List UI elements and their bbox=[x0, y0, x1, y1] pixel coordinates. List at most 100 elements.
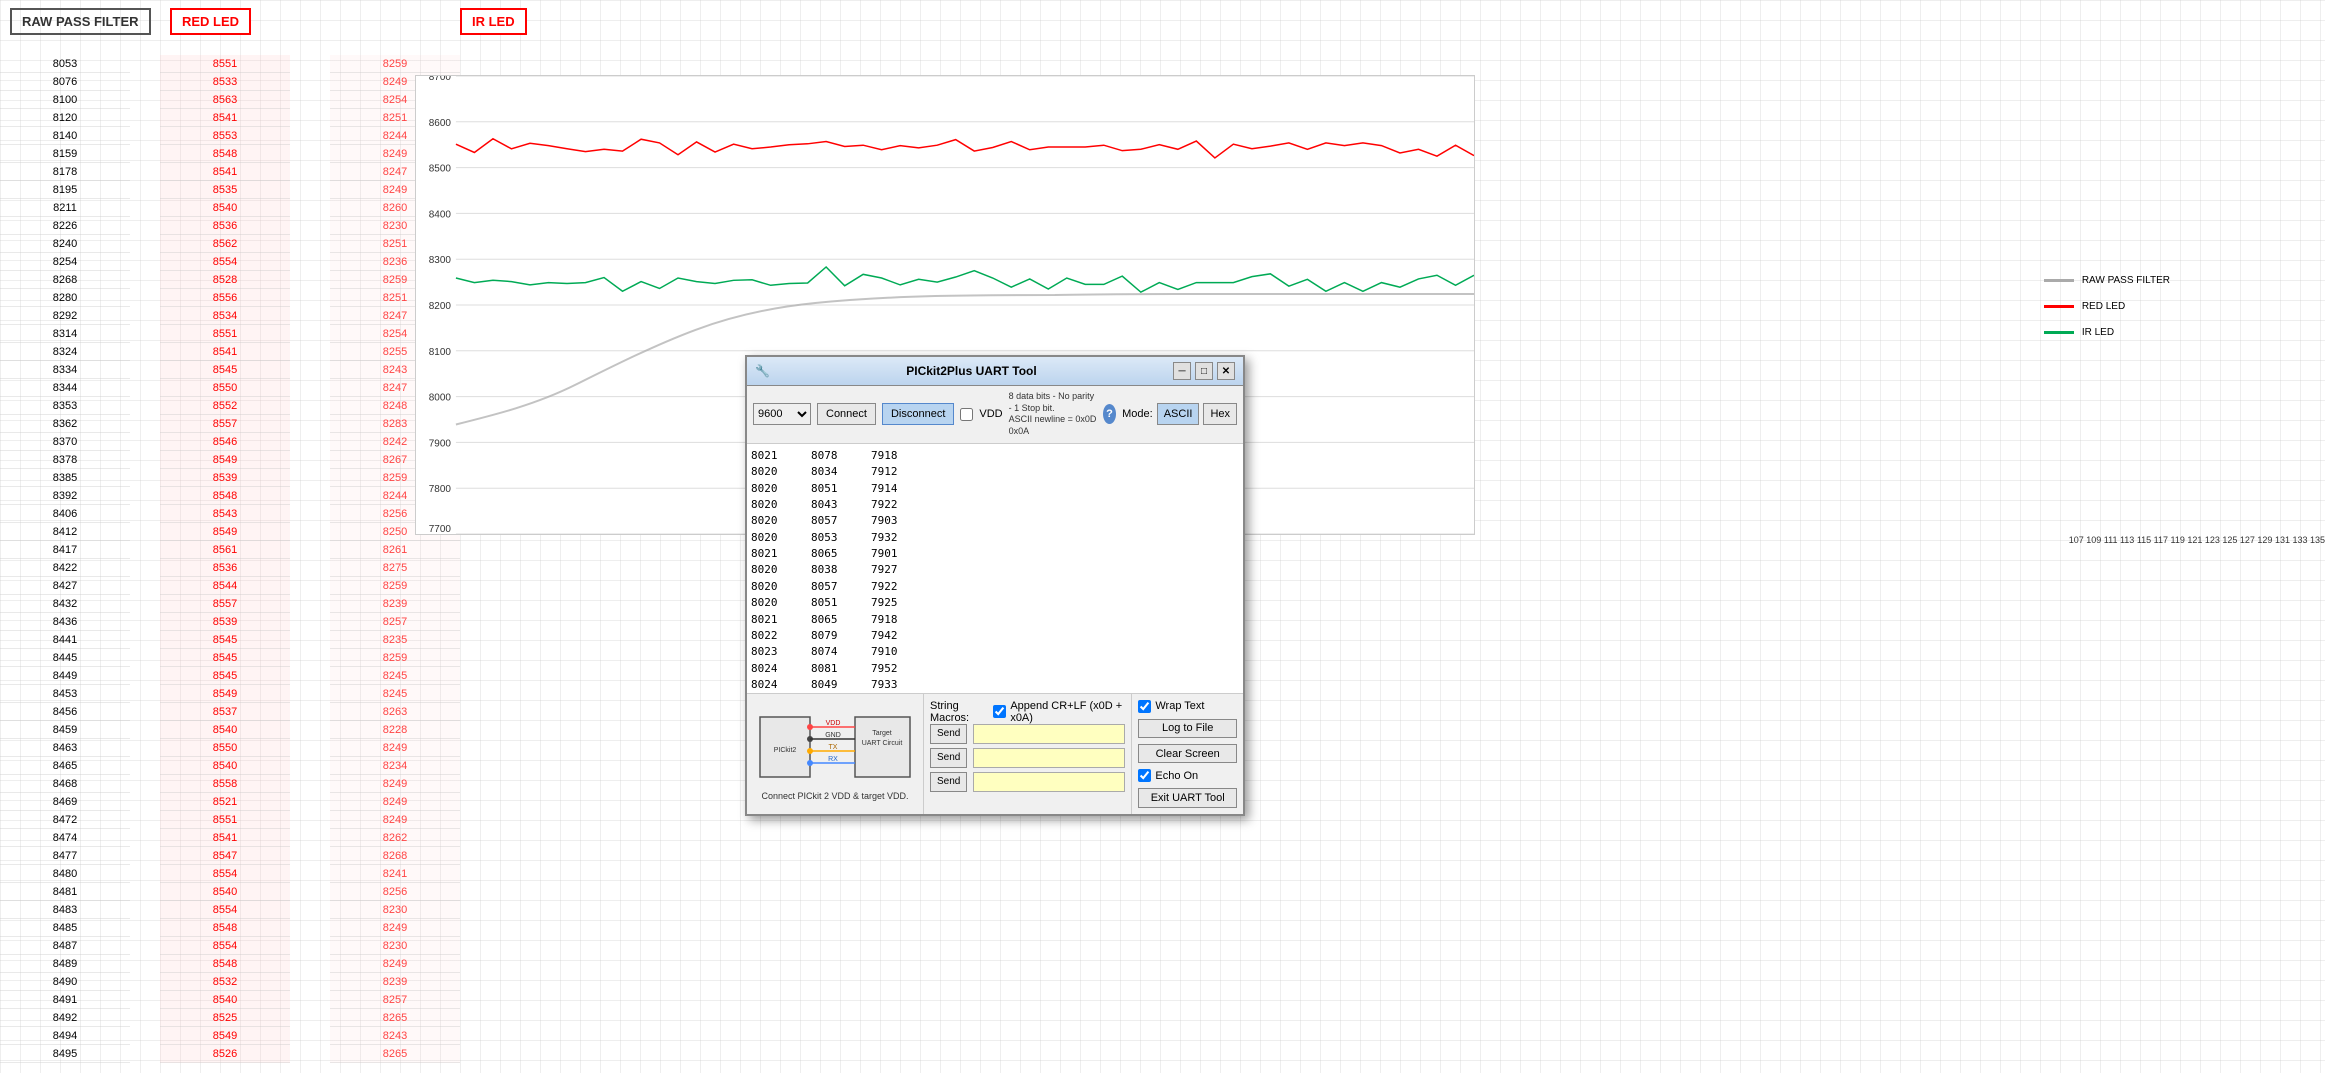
red-cell: 8534 bbox=[160, 307, 290, 325]
clear-screen-button[interactable]: Clear Screen bbox=[1138, 744, 1237, 763]
ir-cell: 8239 bbox=[330, 595, 460, 613]
circuit-diagram: PICkit2 Target UART Circuit VDD GND TX bbox=[747, 694, 924, 814]
uart-data-row: 802080517925 bbox=[751, 595, 1239, 610]
append-crlf-label: Append CR+LF (x0D + x0A) bbox=[1010, 700, 1125, 724]
svg-text:7800: 7800 bbox=[429, 484, 452, 495]
raw-cell: 8492 bbox=[0, 1009, 130, 1027]
raw-cell: 8392 bbox=[0, 487, 130, 505]
raw-cell: 8353 bbox=[0, 397, 130, 415]
raw-cell: 8226 bbox=[0, 217, 130, 235]
svg-text:RX: RX bbox=[828, 756, 838, 763]
uart-data-row: 802080577903 bbox=[751, 513, 1239, 528]
red-cell: 8558 bbox=[160, 775, 290, 793]
red-cell: 8521 bbox=[160, 793, 290, 811]
log-to-file-button[interactable]: Log to File bbox=[1138, 719, 1237, 738]
uart-data-row: 802480817952 bbox=[751, 661, 1239, 676]
ir-cell: 8249 bbox=[330, 739, 460, 757]
hex-mode-button[interactable]: Hex bbox=[1203, 403, 1237, 425]
ascii-mode-button[interactable]: ASCII bbox=[1157, 403, 1200, 425]
uart-data-row: 802080387927 bbox=[751, 562, 1239, 577]
svg-text:PICkit2: PICkit2 bbox=[774, 747, 797, 754]
ir-cell: 8241 bbox=[330, 865, 460, 883]
macro-input-3[interactable] bbox=[973, 772, 1125, 792]
red-cell: 8548 bbox=[160, 955, 290, 973]
raw-cell: 8490 bbox=[0, 973, 130, 991]
raw-cell: 8406 bbox=[0, 505, 130, 523]
raw-cell: 8378 bbox=[0, 451, 130, 469]
raw-cell: 8427 bbox=[0, 577, 130, 595]
svg-text:8400: 8400 bbox=[429, 209, 452, 220]
ir-cell: 8228 bbox=[330, 721, 460, 739]
red-cell: 8562 bbox=[160, 235, 290, 253]
uart-info-text: 8 data bits - No parity - 1 Stop bit.ASC… bbox=[1009, 391, 1097, 438]
raw-cell: 8076 bbox=[0, 73, 130, 91]
macro-input-2[interactable] bbox=[973, 748, 1125, 768]
raw-cell: 8453 bbox=[0, 685, 130, 703]
ir-cell: 8243 bbox=[330, 1027, 460, 1045]
uart-title: PICkit2Plus UART Tool bbox=[906, 364, 1036, 378]
help-button[interactable]: ? bbox=[1103, 404, 1116, 424]
wrap-text-checkbox[interactable] bbox=[1138, 700, 1151, 713]
append-crlf-checkbox[interactable] bbox=[993, 705, 1006, 718]
uart-right-panel: Wrap Text Log to File Clear Screen Echo … bbox=[1131, 694, 1243, 814]
macro-input-1[interactable] bbox=[973, 724, 1125, 744]
svg-text:Target: Target bbox=[872, 730, 892, 737]
close-button[interactable]: ✕ bbox=[1217, 362, 1235, 380]
red-cell: 8548 bbox=[160, 487, 290, 505]
send-button-1[interactable]: Send bbox=[930, 724, 967, 744]
ir-cell: 8249 bbox=[330, 955, 460, 973]
raw-cell: 8487 bbox=[0, 937, 130, 955]
uart-data-row: 802080577922 bbox=[751, 579, 1239, 594]
red-cell: 8541 bbox=[160, 109, 290, 127]
uart-dialog: 🔧 PICkit2Plus UART Tool ─ □ ✕ 9600 19200… bbox=[745, 355, 1245, 816]
uart-toolbar: 9600 19200 38400 57600 115200 Connect Di… bbox=[747, 386, 1243, 444]
legend-raw-label: RAW PASS FILTER bbox=[2082, 275, 2170, 286]
ir-cell: 8230 bbox=[330, 901, 460, 919]
red-cell: 8539 bbox=[160, 613, 290, 631]
echo-on-option: Echo On bbox=[1138, 769, 1237, 782]
raw-cell: 8477 bbox=[0, 847, 130, 865]
ir-cell: 8249 bbox=[330, 811, 460, 829]
raw-cell: 8120 bbox=[0, 109, 130, 127]
svg-text:TX: TX bbox=[829, 744, 838, 751]
minimize-button[interactable]: ─ bbox=[1173, 362, 1191, 380]
ir-cell: 8261 bbox=[330, 541, 460, 559]
uart-data-area[interactable]: 8021807879188020803479128020805179148020… bbox=[747, 444, 1243, 694]
legend-raw-line bbox=[2044, 279, 2074, 282]
vdd-checkbox[interactable] bbox=[960, 408, 973, 421]
red-cell: 8540 bbox=[160, 199, 290, 217]
red-cell: 8554 bbox=[160, 253, 290, 271]
raw-cell: 8468 bbox=[0, 775, 130, 793]
red-cell: 8541 bbox=[160, 163, 290, 181]
red-cell: 8541 bbox=[160, 343, 290, 361]
echo-on-checkbox[interactable] bbox=[1138, 769, 1151, 782]
disconnect-button[interactable]: Disconnect bbox=[882, 403, 954, 425]
uart-macros: String Macros: Append CR+LF (x0D + x0A) … bbox=[924, 694, 1131, 814]
baud-rate-select[interactable]: 9600 19200 38400 57600 115200 bbox=[753, 403, 811, 425]
uart-data-row: 802180787918 bbox=[751, 448, 1239, 463]
red-cell: 8549 bbox=[160, 451, 290, 469]
red-led-label: RED LED bbox=[170, 8, 251, 35]
raw-cell: 8280 bbox=[0, 289, 130, 307]
uart-data-row: 802080517914 bbox=[751, 481, 1239, 496]
uart-data-row: 802080437922 bbox=[751, 497, 1239, 512]
raw-cell: 8485 bbox=[0, 919, 130, 937]
raw-cell: 8441 bbox=[0, 631, 130, 649]
exit-uart-button[interactable]: Exit UART Tool bbox=[1138, 788, 1237, 807]
red-cell: 8544 bbox=[160, 577, 290, 595]
legend-red-line bbox=[2044, 305, 2074, 308]
maximize-button[interactable]: □ bbox=[1195, 362, 1213, 380]
uart-title-icon: 🔧 bbox=[755, 364, 770, 378]
wrap-text-option: Wrap Text bbox=[1138, 700, 1237, 713]
svg-text:8000: 8000 bbox=[429, 393, 452, 404]
send-button-2[interactable]: Send bbox=[930, 748, 967, 768]
legend-red: RED LED bbox=[2044, 301, 2170, 312]
raw-cell: 8140 bbox=[0, 127, 130, 145]
red-cell: 8563 bbox=[160, 91, 290, 109]
send-button-3[interactable]: Send bbox=[930, 772, 967, 792]
red-cell: 8536 bbox=[160, 217, 290, 235]
svg-text:GND: GND bbox=[825, 732, 841, 739]
connect-button[interactable]: Connect bbox=[817, 403, 876, 425]
red-cell: 8550 bbox=[160, 739, 290, 757]
red-cell: 8540 bbox=[160, 721, 290, 739]
